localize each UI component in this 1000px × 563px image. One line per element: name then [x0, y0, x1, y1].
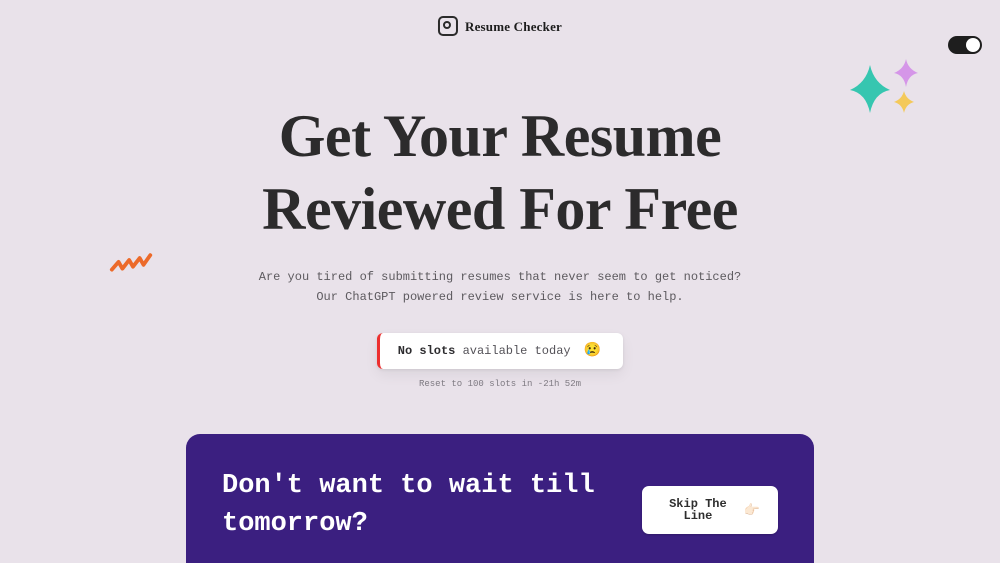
skip-line-button[interactable]: Skip The Line 👉🏻 [642, 486, 778, 534]
brand-name: Resume Checker [465, 20, 562, 33]
cta-card: Don't want to wait till tomorrow? Skip T… [186, 434, 814, 563]
hero-title: Get Your Resume Reviewed For Free [0, 100, 1000, 246]
hero-subtitle: Are you tired of submitting resumes that… [0, 268, 1000, 306]
reset-text: Reset to 100 slots in -21h 52m [419, 380, 581, 389]
pointing-hand-icon: 👉🏻 [744, 504, 760, 517]
dark-mode-toggle[interactable] [948, 36, 982, 54]
slots-strong: No slots [398, 344, 456, 358]
cta-button-label: Skip The Line [660, 498, 736, 522]
header: Resume Checker [0, 16, 1000, 46]
brand[interactable]: Resume Checker [438, 16, 562, 36]
slots-rest: available today [455, 344, 577, 358]
cta-copy: Don't want to wait till tomorrow? [222, 468, 642, 544]
hero-sub-line-2: Our ChatGPT powered review service is he… [0, 288, 1000, 307]
hero-sub-line-1: Are you tired of submitting resumes that… [259, 270, 741, 284]
sad-emoji-icon: 😢 [584, 343, 601, 359]
hero-title-line-1: Get Your Resume [279, 103, 721, 169]
status-area: No slots available today 😢 Reset to 100 … [0, 333, 1000, 389]
hero: Get Your Resume Reviewed For Free Are yo… [0, 100, 1000, 389]
hero-title-line-2: Reviewed For Free [262, 176, 738, 242]
brand-logo-icon [438, 16, 458, 36]
cta-title: Don't want to wait till tomorrow? [222, 468, 642, 544]
slots-notice: No slots available today 😢 [377, 333, 623, 369]
